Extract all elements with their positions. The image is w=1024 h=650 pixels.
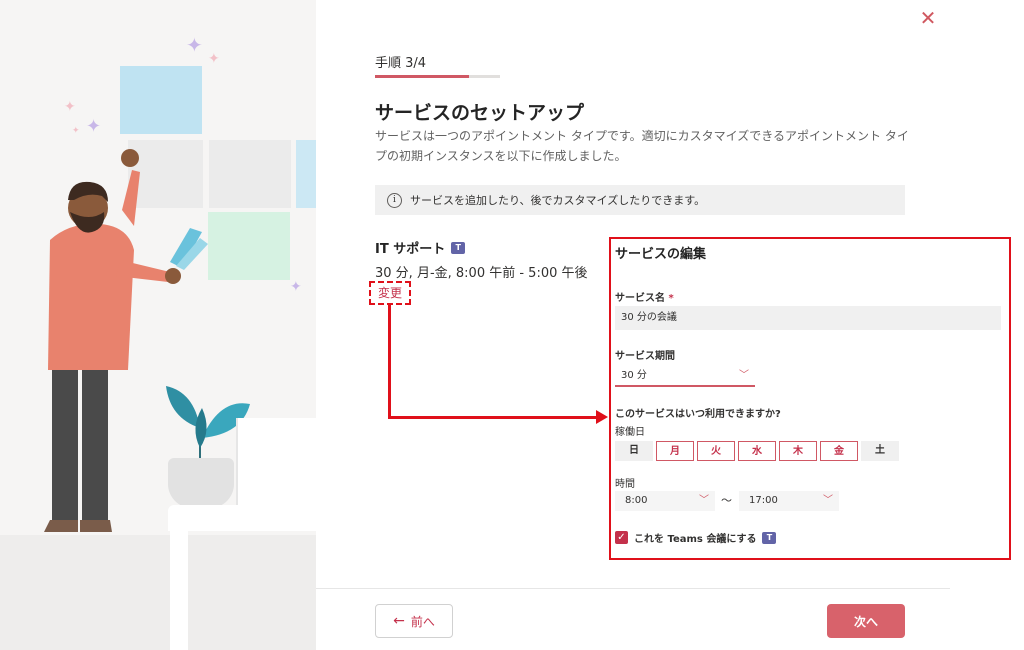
desk-leg [170, 520, 188, 650]
workdays-label: 稼働日 [615, 427, 645, 438]
next-button[interactable]: 次へ [827, 604, 905, 638]
close-icon[interactable]: ✕ [918, 8, 938, 28]
back-button-label: 前へ [410, 614, 435, 629]
sparkle-icon: ✦ [64, 99, 76, 115]
floor [0, 535, 316, 650]
day-toggle-sun[interactable]: 日 [615, 441, 653, 461]
duration-value: 30 分 [621, 370, 647, 381]
time-separator: 〜 [721, 494, 732, 507]
end-time-value: 17:00 [749, 495, 778, 506]
service-name: IT サポート T [375, 238, 466, 257]
progress-bar [375, 75, 500, 78]
teams-icon: T [451, 241, 466, 254]
info-icon: i [387, 192, 402, 208]
note-grey-2 [209, 140, 291, 208]
illustration-panel: ✦ ✦ ✦ ✦ ✦ ✦ [0, 0, 316, 650]
change-link[interactable]: 変更 [369, 281, 411, 305]
info-banner: i サービスを追加したり、後でカスタマイズしたりできます。 [375, 185, 905, 215]
teams-meeting-option: ✓ これを Teams 会議にする T [615, 530, 777, 545]
required-mark: * [668, 293, 674, 304]
availability-label: このサービスはいつ利用できますか? [615, 409, 781, 420]
service-detail: 30 分, 月-金, 8:00 午前 - 5:00 午後 [375, 266, 588, 281]
time-label: 時間 [615, 479, 635, 490]
edit-panel-title: サービスの編集 [615, 247, 707, 262]
start-time-value: 8:00 [625, 495, 648, 506]
end-time-select[interactable]: 17:00 ﹀ [739, 491, 839, 511]
teams-meeting-checkbox[interactable]: ✓ [615, 531, 628, 544]
service-name-label: サービス名 * [615, 289, 674, 304]
teams-meeting-label: これを Teams 会議にする [634, 534, 757, 545]
footer-divider [316, 588, 950, 589]
sparkle-icon: ✦ [72, 126, 80, 136]
sparkle-icon: ✦ [186, 33, 203, 57]
sparkle-icon: ✦ [86, 116, 102, 137]
day-toggle-wed[interactable]: 水 [738, 441, 776, 461]
sparkle-icon: ✦ [290, 279, 302, 295]
day-toggle-tue[interactable]: 火 [697, 441, 735, 461]
service-name-text: IT サポート [375, 242, 446, 257]
monitor-illustration [236, 418, 316, 506]
step-label: 手順 3/4 [375, 56, 427, 71]
arrow-left-icon: ← [393, 613, 405, 629]
sparkle-icon: ✦ [208, 51, 220, 67]
progress-fill [375, 75, 469, 78]
chevron-down-icon: ﹀ [823, 495, 833, 506]
day-toggle-thu[interactable]: 木 [779, 441, 817, 461]
callout-arrow-head [596, 410, 608, 424]
day-toggle-fri[interactable]: 金 [820, 441, 858, 461]
service-name-label-text: サービス名 [615, 293, 665, 304]
note-blue [120, 66, 202, 134]
info-text: サービスを追加したり、後でカスタマイズしたりできます。 [410, 194, 706, 207]
start-time-select[interactable]: 8:00 ﹀ [615, 491, 715, 511]
chevron-down-icon: ﹀ [699, 495, 709, 506]
chevron-down-icon: ﹀ [739, 370, 749, 381]
plant-pot [168, 458, 234, 508]
teams-icon: T [762, 531, 777, 544]
day-toggle-sat[interactable]: 土 [861, 441, 899, 461]
workday-selector: 日 月 火 水 木 金 土 [615, 441, 899, 461]
callout-arrow-vertical [388, 305, 391, 419]
page-title: サービスのセットアップ [375, 102, 585, 124]
back-button[interactable]: ← 前へ [375, 604, 453, 638]
note-blue-2 [296, 140, 316, 208]
page-description: サービスは一つのアポイントメント タイプです。適切にカスタマイズできるアポイント… [375, 129, 909, 163]
desk-illustration [168, 505, 316, 531]
duration-label: サービス期間 [615, 351, 675, 362]
service-name-input[interactable]: 30 分の会議 [615, 306, 1001, 330]
callout-arrow-horizontal [388, 416, 598, 419]
service-edit-panel: サービスの編集 サービス名 * 30 分の会議 サービス期間 30 分 ﹀ この… [609, 237, 1011, 560]
day-toggle-mon[interactable]: 月 [656, 441, 694, 461]
duration-select[interactable]: 30 分 ﹀ [615, 365, 755, 387]
note-green [208, 212, 290, 280]
